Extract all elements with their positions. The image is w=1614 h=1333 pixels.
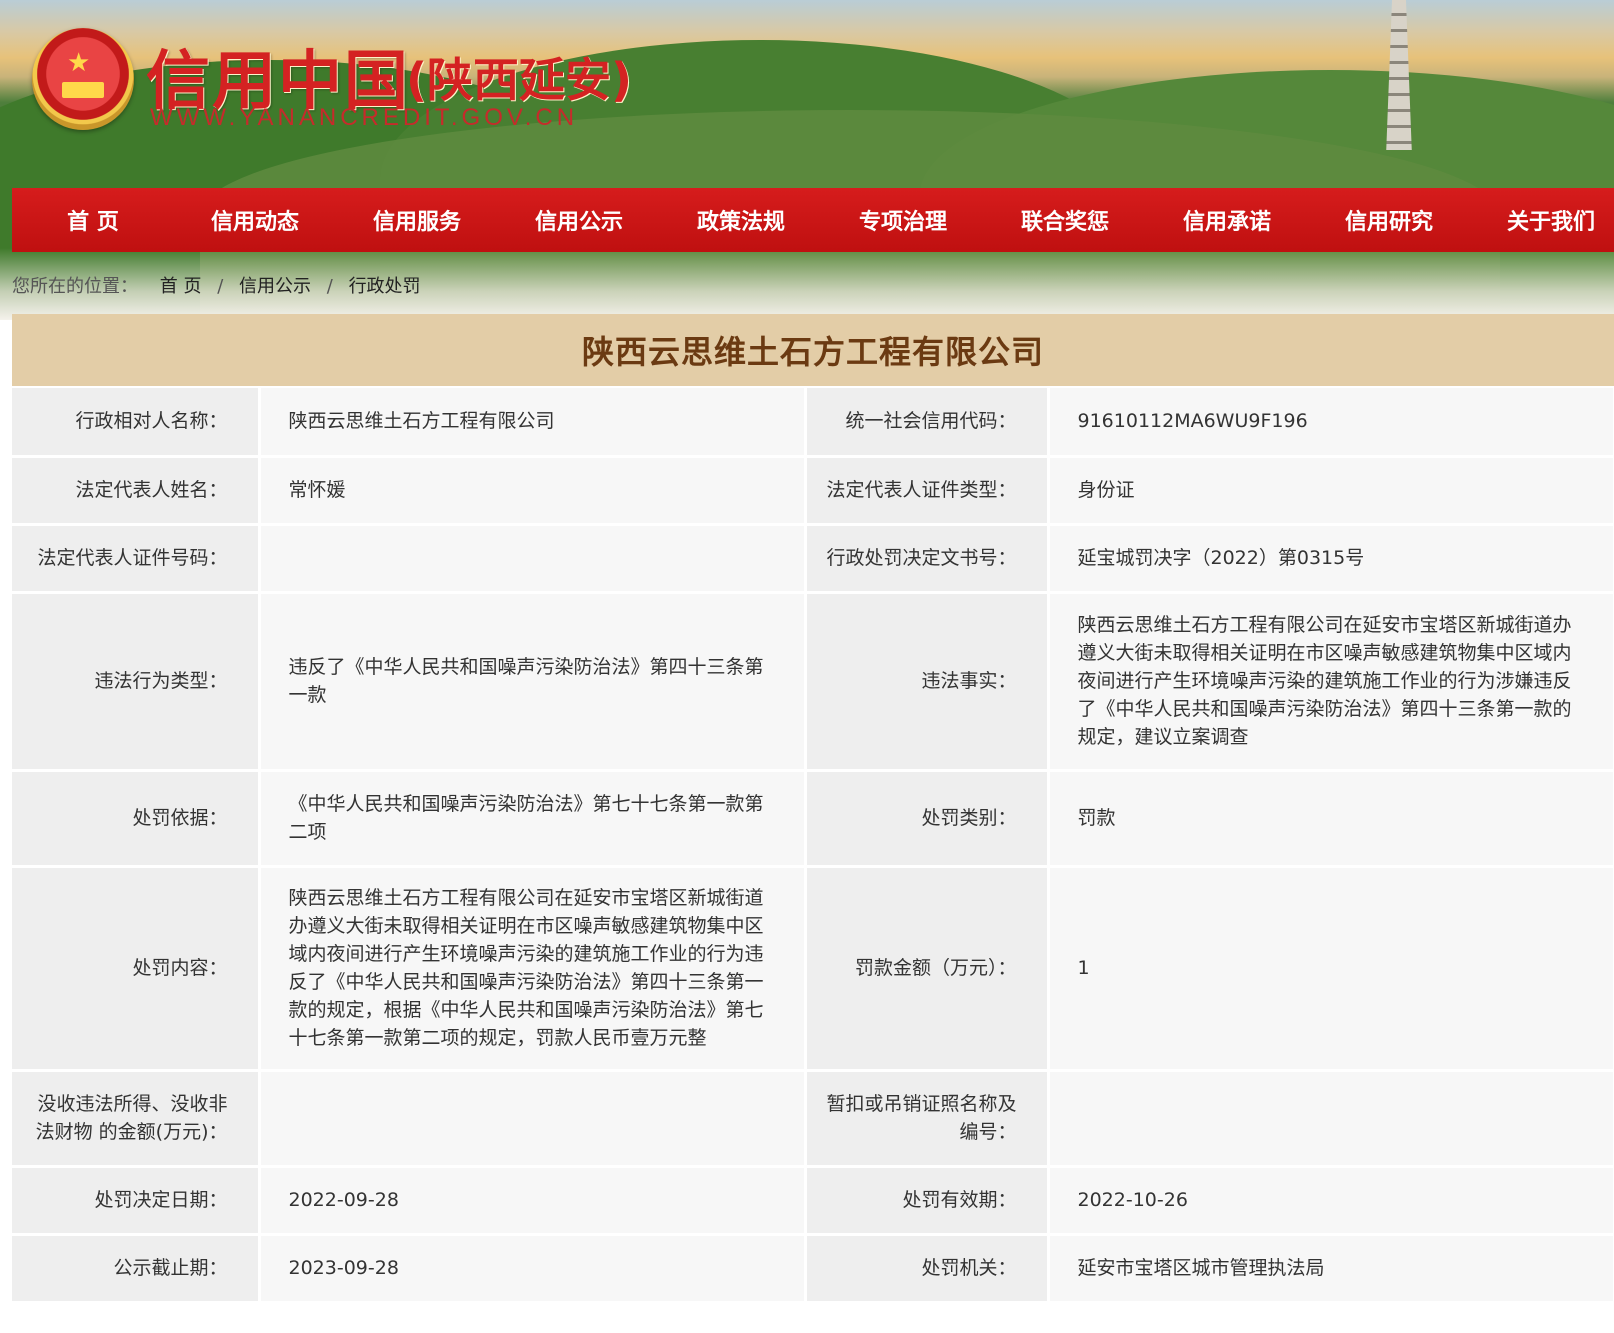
nav-item-special-governance[interactable]: 专项治理 [822,204,984,236]
field-value: 常怀媛 [259,456,807,526]
star-icon: ★ [67,48,91,78]
breadcrumb-home-link[interactable]: 首 页 [160,276,202,297]
nav-item-credit-research[interactable]: 信用研究 [1308,204,1470,236]
field-label: 处罚依据： [12,770,261,868]
field-label: 罚款金额（万元）： [805,866,1050,1072]
field-label: 法定代表人证件类型： [805,456,1050,526]
field-label: 暂扣或吊销证照名称及编号： [805,1070,1050,1168]
field-value [259,524,807,594]
field-value [259,1070,807,1168]
nav-item-home[interactable]: 首 页 [12,204,174,236]
field-label: 处罚内容： [12,866,261,1072]
field-value: 2022-09-28 [259,1166,807,1236]
field-value [1048,1070,1614,1168]
table-row: 处罚内容： 陕西云思维土石方工程有限公司在延安市宝塔区新城街道办遵义大街未取得相… [12,866,1614,1072]
field-label: 处罚机关： [805,1234,1050,1304]
company-title-bar: 陕西云思维土石方工程有限公司 [12,314,1614,386]
field-value: 《中华人民共和国噪声污染防治法》第七十七条第一款第二项 [259,770,807,868]
table-row: 处罚决定日期： 2022-09-28 处罚有效期： 2022-10-26 [12,1166,1614,1236]
nav-item-credit-service[interactable]: 信用服务 [336,204,498,236]
nav-item-joint-rewards[interactable]: 联合奖惩 [984,204,1146,236]
field-label: 处罚类别： [805,770,1050,868]
nav-item-credit-publicity[interactable]: 信用公示 [498,204,660,236]
main-nav: 首 页 信用动态 信用服务 信用公示 政策法规 专项治理 联合奖惩 信用承诺 信… [12,188,1614,252]
field-label: 法定代表人姓名： [12,456,261,526]
field-label: 行政相对人名称： [12,388,261,458]
nav-item-credit-news[interactable]: 信用动态 [174,204,336,236]
national-emblem-icon: ★ [32,28,134,130]
field-value: 陕西云思维土石方工程有限公司在延安市宝塔区新城街道办遵义大街未取得相关证明在市区… [259,866,807,1072]
nav-item-about-us[interactable]: 关于我们 [1470,204,1614,236]
field-value: 陕西云思维土石方工程有限公司在延安市宝塔区新城街道办遵义大街未取得相关证明在市区… [1048,592,1614,772]
field-value: 罚款 [1048,770,1614,868]
field-label: 行政处罚决定文书号： [805,524,1050,594]
field-label: 公示截止期： [12,1234,261,1304]
field-value: 1 [1048,866,1614,1072]
field-value: 身份证 [1048,456,1614,526]
site-url: WWW.YANANCREDIT.GOV.CN [150,104,579,131]
nav-item-credit-commitment[interactable]: 信用承诺 [1146,204,1308,236]
field-value: 延安市宝塔区城市管理执法局 [1048,1234,1614,1304]
breadcrumb-current[interactable]: 行政处罚 [349,276,421,297]
field-value: 延宝城罚决字（2022）第0315号 [1048,524,1614,594]
table-row: 公示截止期： 2023-09-28 处罚机关： 延安市宝塔区城市管理执法局 [12,1234,1614,1304]
field-value: 2023-09-28 [259,1234,807,1304]
nav-item-policy-regulations[interactable]: 政策法规 [660,204,822,236]
field-label: 处罚有效期： [805,1166,1050,1236]
table-row: 行政相对人名称： 陕西云思维土石方工程有限公司 统一社会信用代码： 916101… [12,388,1614,458]
table-row: 处罚依据： 《中华人民共和国噪声污染防治法》第七十七条第一款第二项 处罚类别： … [12,770,1614,868]
field-value: 违反了《中华人民共和国噪声污染防治法》第四十三条第一款 [259,592,807,772]
field-label: 统一社会信用代码： [805,388,1050,458]
field-label: 没收违法所得、没收非法财物 的金额(万元)： [12,1070,261,1168]
breadcrumb-separator: / [326,276,333,297]
breadcrumb: 您所在的位置： 首 页 / 信用公示 / 行政处罚 [12,272,421,298]
field-label: 违法事实： [805,592,1050,772]
table-row: 法定代表人姓名： 常怀媛 法定代表人证件类型： 身份证 [12,456,1614,526]
table-row: 违法行为类型： 违反了《中华人民共和国噪声污染防治法》第四十三条第一款 违法事实… [12,592,1614,772]
field-label: 违法行为类型： [12,592,261,772]
table-row: 没收违法所得、没收非法财物 的金额(万元)： 暂扣或吊销证照名称及编号： [12,1070,1614,1168]
tiananmen-gate-icon [62,82,104,98]
field-value: 91610112MA6WU9F196 [1048,388,1614,458]
site-logo-region: (陕西延安) [406,53,633,107]
breadcrumb-lead: 您所在的位置： [12,276,138,297]
table-row: 法定代表人证件号码： 行政处罚决定文书号： 延宝城罚决字（2022）第0315号 [12,524,1614,594]
field-value: 陕西云思维土石方工程有限公司 [259,388,807,458]
field-label: 处罚决定日期： [12,1166,261,1236]
breadcrumb-section-link[interactable]: 信用公示 [239,276,311,297]
company-name-heading: 陕西云思维土石方工程有限公司 [581,333,1044,371]
breadcrumb-separator: / [217,276,224,297]
penalty-detail-table: 行政相对人名称： 陕西云思维土石方工程有限公司 统一社会信用代码： 916101… [12,388,1614,1304]
field-label: 法定代表人证件号码： [12,524,261,594]
field-value: 2022-10-26 [1048,1166,1614,1236]
